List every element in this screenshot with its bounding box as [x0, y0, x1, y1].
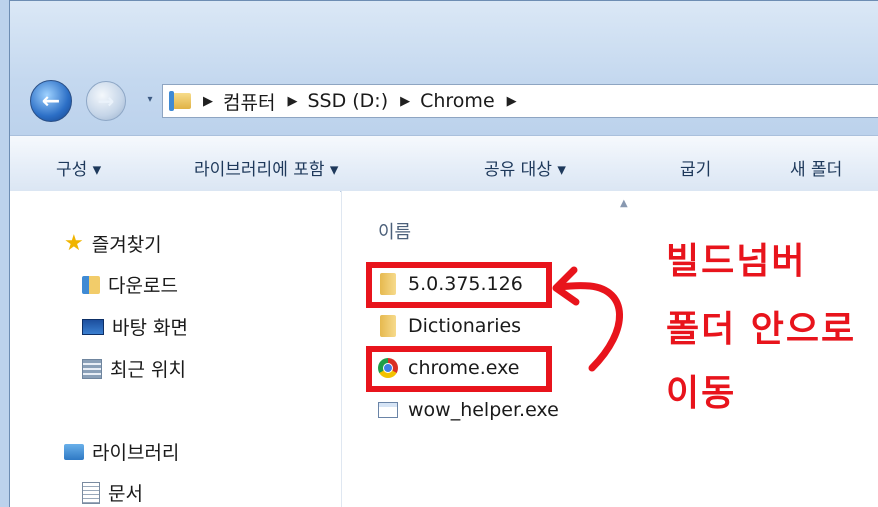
folder-icon [169, 91, 191, 111]
nav-libraries[interactable]: 라이브러리 [64, 438, 179, 465]
libraries-icon [64, 443, 84, 460]
nav-downloads-label: 다운로드 [108, 275, 178, 297]
share-with-button[interactable]: 공유 대상 ▾ [484, 155, 566, 180]
curved-arrow-icon [552, 266, 623, 372]
nav-documents-label: 문서 [108, 483, 143, 505]
new-folder-button[interactable]: 새 폴더 [790, 155, 842, 180]
nav-recent-label: 최근 위치 [110, 359, 186, 381]
file-name: Dictionaries [408, 315, 522, 337]
nav-favorites[interactable]: ★ 즐겨찾기 [64, 230, 162, 257]
burn-button[interactable]: 굽기 [680, 155, 711, 180]
highlight-box-chrome-exe [366, 346, 552, 392]
organize-button[interactable]: 구성 ▾ [56, 155, 101, 180]
application-icon [378, 402, 398, 418]
chevron-right-icon[interactable]: ▶ [507, 94, 517, 109]
command-bar: 구성 ▾ 라이브러리에 포함 ▾ 공유 대상 ▾ 굽기 새 폴더 [10, 135, 878, 192]
file-row[interactable]: Dictionaries [380, 315, 521, 337]
address-bar[interactable]: ▶ 컴퓨터 ▶ SSD (D:) ▶ Chrome ▶ [162, 84, 878, 118]
folder-icon [380, 315, 396, 337]
window-border-top [9, 0, 878, 1]
nav-recent-places[interactable]: 최근 위치 [82, 355, 186, 382]
downloads-folder-icon [82, 275, 100, 294]
chevron-right-icon[interactable]: ▶ [203, 94, 213, 109]
nav-desktop-label: 바탕 화면 [112, 317, 188, 339]
annotation-line-1: 빌드넘버 [666, 241, 807, 282]
chevron-right-icon[interactable]: ▶ [400, 94, 410, 109]
back-arrow-icon: ← [41, 88, 61, 114]
breadcrumb-drive[interactable]: SSD (D:) [307, 90, 388, 112]
nav-documents[interactable]: 문서 [82, 479, 143, 506]
back-button[interactable]: ← [30, 80, 72, 122]
breadcrumb-computer[interactable]: 컴퓨터 [223, 88, 275, 115]
sort-ascending-icon: ▲ [620, 198, 628, 209]
recent-places-icon [82, 358, 102, 379]
document-icon [82, 481, 100, 504]
desktop-icon [82, 318, 104, 335]
highlight-box-build-folder [366, 262, 552, 308]
star-icon: ★ [64, 231, 84, 256]
nav-favorites-label: 즐겨찾기 [91, 234, 162, 256]
forward-button[interactable]: → [86, 81, 126, 121]
recent-pages-dropdown[interactable]: ▾ [144, 94, 156, 106]
annotation-line-3: 이동 [666, 373, 737, 414]
forward-arrow-icon: → [97, 89, 115, 113]
include-in-library-button[interactable]: 라이브러리에 포함 ▾ [194, 155, 338, 180]
breadcrumb-chrome[interactable]: Chrome [420, 90, 495, 112]
nav-downloads[interactable]: 다운로드 [82, 271, 178, 298]
column-header-name[interactable]: 이름 [378, 218, 411, 244]
file-row[interactable]: wow_helper.exe [378, 399, 559, 421]
file-name: wow_helper.exe [408, 399, 559, 421]
nav-desktop[interactable]: 바탕 화면 [82, 313, 188, 340]
nav-libraries-label: 라이브러리 [92, 442, 180, 464]
annotation-line-2: 폴더 안으로 [666, 309, 857, 350]
chevron-right-icon[interactable]: ▶ [287, 94, 297, 109]
